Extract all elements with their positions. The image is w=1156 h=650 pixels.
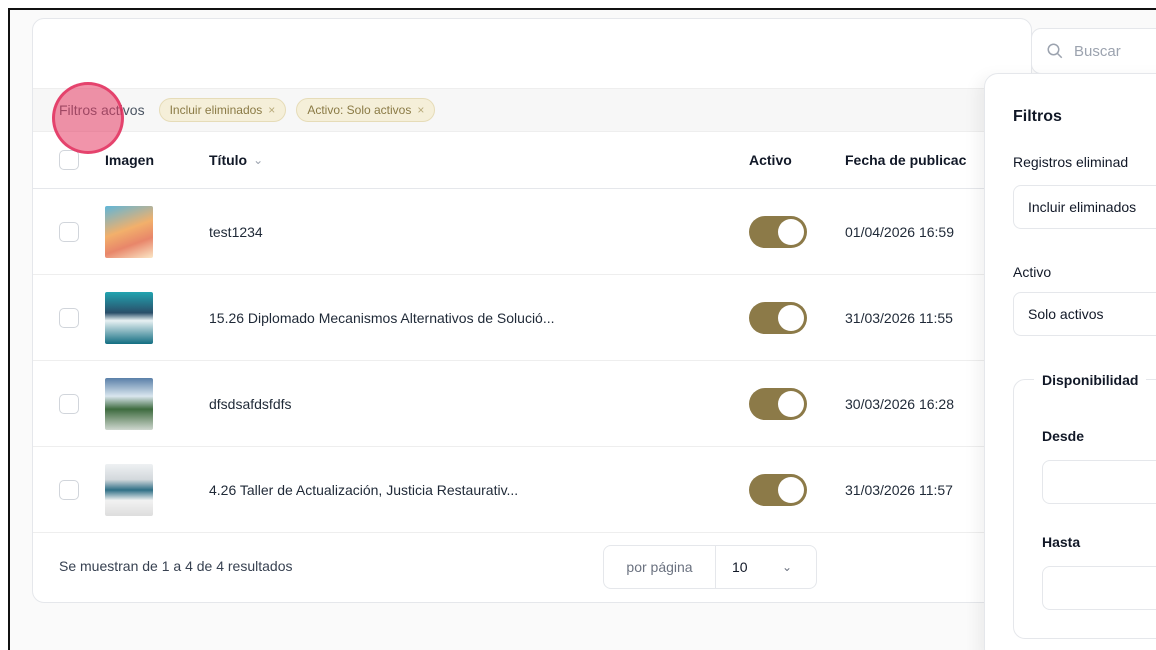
active-filter-select[interactable]: Solo activos	[1013, 292, 1156, 336]
per-page-select[interactable]: por página 10 ⌄	[603, 545, 817, 589]
select-all-checkbox[interactable]	[59, 150, 79, 170]
column-title-sort[interactable]: Título ⌄	[209, 132, 263, 188]
thumbnail-image	[105, 205, 153, 258]
toggle-knob	[778, 218, 804, 245]
availability-legend: Disponibilidad	[1034, 372, 1147, 388]
active-toggle[interactable]	[749, 215, 807, 248]
pagination-footer: Se muestran de 1 a 4 de 4 resultados por…	[33, 531, 1023, 601]
close-icon[interactable]: ×	[417, 103, 424, 117]
toggle-knob	[778, 304, 804, 331]
deleted-records-label: Registros eliminad	[1013, 154, 1129, 170]
active-toggle[interactable]	[749, 387, 807, 420]
results-summary: Se muestran de 1 a 4 de 4 resultados	[59, 558, 293, 574]
row-checkbox[interactable]	[59, 221, 79, 242]
per-page-value[interactable]: 10	[716, 559, 782, 575]
row-title[interactable]: 4.26 Taller de Actualización, Justicia R…	[209, 447, 518, 532]
column-title-label: Título	[209, 152, 248, 168]
filter-chip-deleted[interactable]: Incluir eliminados ×	[158, 98, 287, 122]
to-date-input[interactable]	[1042, 566, 1156, 610]
toggle-knob	[778, 390, 804, 417]
per-page-label: por página	[604, 546, 716, 588]
row-date: 31/03/2026 11:55	[845, 309, 953, 326]
table-row: 15.26 Diplomado Mecanismos Alternativos …	[33, 275, 1023, 361]
filters-panel-title: Filtros	[1013, 108, 1062, 125]
table-row: test1234 01/04/2026 16:59	[33, 189, 1023, 275]
active-filters-label: Filtros activos	[59, 102, 145, 118]
column-active: Activo	[749, 152, 792, 168]
active-toggle[interactable]	[749, 473, 807, 506]
thumbnail-image	[105, 377, 153, 430]
row-date: 30/03/2026 16:28	[845, 395, 954, 412]
table-row: 4.26 Taller de Actualización, Justicia R…	[33, 447, 1023, 533]
active-filter-label: Activo	[1013, 264, 1052, 280]
search-icon	[1047, 43, 1063, 59]
search-placeholder[interactable]: Buscar	[1074, 43, 1121, 60]
search-box[interactable]: Buscar	[1031, 28, 1156, 74]
row-title[interactable]: 15.26 Diplomado Mecanismos Alternativos …	[209, 275, 555, 360]
chip-label: Activo: Solo activos	[307, 103, 412, 117]
table-header-row: Imagen Título ⌄ Activo Fecha de publicac	[33, 132, 1023, 189]
to-date-label: Hasta	[1042, 534, 1081, 550]
availability-fieldset: Disponibilidad Desde Hasta	[1013, 372, 1156, 639]
toggle-knob	[778, 476, 804, 503]
deleted-records-select[interactable]: Incluir eliminados	[1013, 185, 1156, 229]
table-row: dfsdsafdsfdfs 30/03/2026 16:28	[33, 361, 1023, 447]
filters-panel: Filtros Registros eliminad Incluir elimi…	[984, 73, 1156, 650]
active-toggle[interactable]	[749, 301, 807, 334]
records-table: Imagen Título ⌄ Activo Fecha de publicac…	[33, 132, 1023, 533]
row-checkbox[interactable]	[59, 479, 79, 500]
row-checkbox[interactable]	[59, 307, 79, 328]
row-checkbox[interactable]	[59, 393, 79, 414]
row-title[interactable]: test1234	[209, 189, 263, 274]
row-date: 01/04/2026 16:59	[845, 223, 954, 240]
from-date-label: Desde	[1042, 428, 1085, 444]
thumbnail-image	[105, 291, 153, 344]
chip-label: Incluir eliminados	[169, 103, 263, 117]
row-date: 31/03/2026 11:57	[845, 481, 953, 498]
column-date: Fecha de publicac	[845, 152, 967, 168]
close-icon[interactable]: ×	[268, 103, 275, 117]
active-filters-bar: Filtros activos Incluir eliminados × Act…	[33, 88, 1023, 132]
column-image: Imagen	[105, 152, 155, 168]
chevron-down-icon: ⌄	[253, 153, 264, 167]
chevron-down-icon[interactable]: ⌄	[782, 560, 816, 574]
thumbnail-image	[105, 463, 153, 516]
from-date-input[interactable]	[1042, 460, 1156, 504]
row-title[interactable]: dfsdsafdsfdfs	[209, 361, 292, 446]
filter-chip-active[interactable]: Activo: Solo activos ×	[296, 98, 436, 122]
